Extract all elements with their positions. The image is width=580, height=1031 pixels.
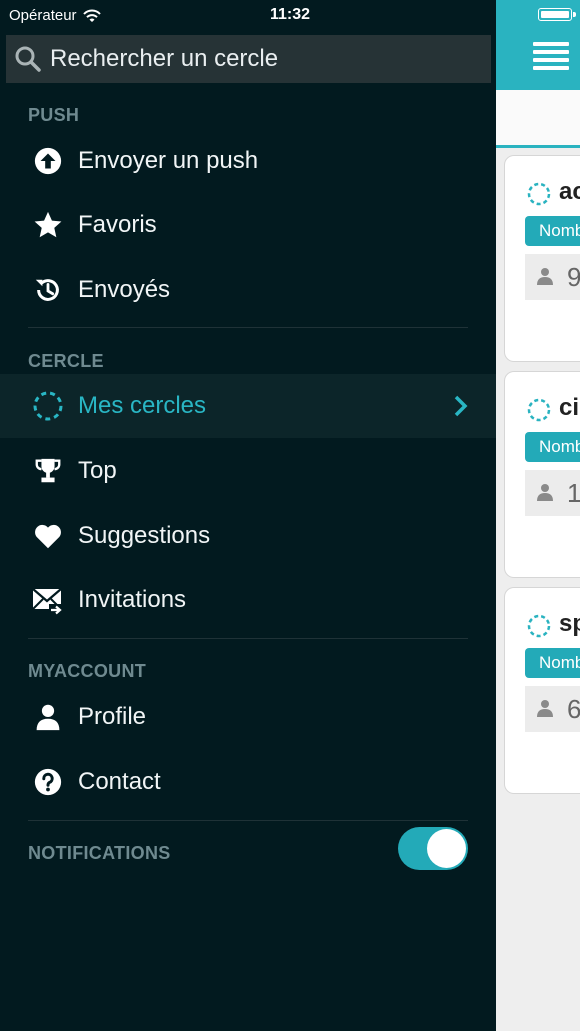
menu-item-label: Profile [78, 703, 147, 730]
search-bar[interactable] [6, 35, 491, 83]
sub-header [496, 90, 580, 148]
circle-card[interactable]: ac Nomb 9 [504, 155, 580, 362]
menu-item-label: Top [78, 457, 117, 484]
star-icon [32, 209, 64, 241]
search-input[interactable] [50, 45, 470, 73]
member-count: 9 [525, 254, 580, 300]
menu-item-label: Envoyés [78, 276, 171, 303]
carrier: Opérateur [9, 7, 101, 24]
menu-item-label: Invitations [78, 586, 187, 613]
menu-item-label: Envoyer un push [78, 147, 259, 174]
hamburger-menu-icon[interactable] [533, 42, 569, 72]
menu-item-invitations[interactable]: Invitations [0, 568, 496, 632]
circle-dashed-icon [527, 182, 551, 206]
chevron-right-icon [454, 395, 468, 417]
circle-name: ac [559, 178, 580, 205]
member-count-value: 9 [567, 262, 580, 292]
arrow-up-circle-icon [32, 145, 64, 177]
menu-item-suggestions[interactable]: Suggestions [0, 504, 496, 568]
circle-name: ci [559, 394, 580, 421]
battery-icon [538, 8, 576, 21]
member-count: 1 [525, 470, 580, 516]
menu-divider [28, 820, 468, 821]
user-icon [32, 701, 64, 733]
section-cercle: CERCLE [28, 351, 104, 371]
menu-item-label: Suggestions [78, 522, 211, 549]
envelope-forward-icon [32, 584, 64, 616]
menu-item-label: Favoris [78, 211, 157, 238]
section-myaccount: MYACCOUNT [28, 661, 147, 681]
search-icon [15, 46, 41, 72]
menu-item-send-push[interactable]: Envoyer un push [0, 129, 496, 193]
heart-icon [32, 520, 64, 552]
section-notifications: NOTIFICATIONS [28, 843, 171, 863]
user-icon [537, 700, 553, 717]
side-menu: PUSH Envoyer un push Favoris Envoyés CER… [0, 0, 496, 1031]
carrier-name: Opérateur [9, 7, 77, 24]
question-circle-icon [32, 766, 64, 798]
wifi-icon [82, 9, 101, 22]
menu-item-label: Mes cercles [78, 392, 207, 419]
main-panel: ac Nomb 9 ci Nomb 1 sp Nomb 6 [496, 0, 580, 1031]
menu-item-mes-cercles[interactable]: Mes cercles [0, 374, 496, 438]
menu-divider [28, 638, 468, 639]
section-push: PUSH [28, 105, 80, 125]
members-badge: Nomb [525, 216, 580, 246]
circle-dashed-icon [32, 390, 64, 422]
member-count-value: 1 [567, 478, 580, 508]
trophy-icon [32, 455, 64, 487]
menu-item-contact[interactable]: Contact [0, 750, 496, 814]
menu-item-envoyes[interactable]: Envoyés [0, 258, 496, 322]
toggle-knob [427, 829, 466, 868]
circle-dashed-icon [527, 398, 551, 422]
member-count: 6 [525, 686, 580, 732]
circle-card[interactable]: ci Nomb 1 [504, 371, 580, 578]
history-icon [32, 274, 64, 306]
members-badge: Nomb [525, 648, 580, 678]
notifications-toggle[interactable] [398, 827, 468, 870]
circle-dashed-icon [527, 614, 551, 638]
members-badge: Nomb [525, 432, 580, 462]
status-bar: Opérateur 11:32 [0, 0, 580, 30]
member-count-value: 6 [567, 694, 580, 724]
menu-item-profile[interactable]: Profile [0, 685, 496, 749]
circle-card[interactable]: sp Nomb 6 [504, 587, 580, 794]
menu-item-favoris[interactable]: Favoris [0, 193, 496, 257]
menu-item-label: Contact [78, 768, 161, 795]
user-icon [537, 268, 553, 285]
user-icon [537, 484, 553, 501]
menu-item-top[interactable]: Top [0, 439, 496, 503]
menu-divider [28, 327, 468, 328]
circle-name: sp [559, 610, 580, 637]
clock: 11:32 [270, 6, 311, 23]
